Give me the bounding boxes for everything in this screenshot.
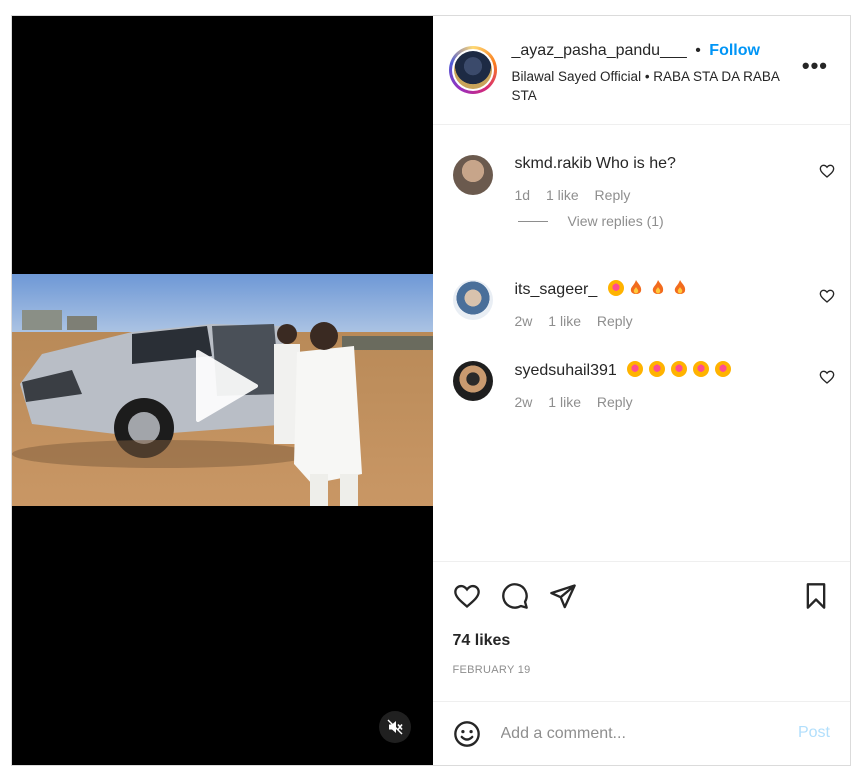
author-line: _ayaz_pasha_pandu___ • Follow bbox=[512, 42, 760, 60]
comment-avatar[interactable] bbox=[452, 361, 493, 401]
comment-time: 2w bbox=[514, 394, 533, 410]
post-date: FEBRUARY 19 bbox=[452, 664, 531, 676]
comment-username[interactable]: its_sageer_ bbox=[515, 281, 598, 298]
comment-likes[interactable]: 1 like bbox=[548, 394, 581, 410]
comment-likes[interactable]: 1 like bbox=[546, 187, 579, 203]
mute-icon bbox=[387, 719, 403, 735]
fire-emoji-icon bbox=[674, 280, 685, 294]
reply-button[interactable]: Reply bbox=[597, 313, 633, 329]
play-icon bbox=[196, 350, 258, 422]
like-comment-heart-icon[interactable] bbox=[819, 163, 835, 179]
comment-username[interactable]: syedsuhail391 bbox=[515, 362, 617, 379]
likes-count[interactable]: 74 likes bbox=[453, 632, 511, 650]
post-dialog: _ayaz_pasha_pandu___ • Follow Bilawal Sa… bbox=[11, 15, 851, 766]
comment-composer: Post bbox=[432, 701, 850, 765]
heart-eyes-emoji-icon bbox=[671, 361, 688, 377]
comments-list: skmd.rakib Who is he? 1d 1 like Reply Vie… bbox=[433, 125, 851, 561]
comment-avatar[interactable] bbox=[452, 155, 493, 195]
heart-eyes-emoji-icon bbox=[627, 361, 644, 377]
like-comment-heart-icon[interactable] bbox=[819, 288, 835, 304]
separator-dot: • bbox=[695, 42, 701, 59]
comment-time: 1d bbox=[514, 187, 531, 203]
heart-eyes-emoji-icon bbox=[649, 361, 666, 377]
video-player[interactable] bbox=[12, 16, 433, 765]
comment-likes[interactable]: 1 like bbox=[548, 313, 581, 329]
view-replies-label: View replies (1) bbox=[567, 213, 664, 229]
emoji-icon[interactable] bbox=[453, 720, 481, 748]
author-avatar[interactable] bbox=[448, 46, 497, 94]
mute-button[interactable] bbox=[379, 711, 411, 743]
follow-button[interactable]: Follow bbox=[709, 42, 760, 59]
post-comment-button[interactable]: Post bbox=[798, 724, 830, 742]
like-comment-heart-icon[interactable] bbox=[819, 369, 835, 385]
post-actions: 74 likes FEBRUARY 19 bbox=[432, 561, 850, 701]
fire-emoji-icon bbox=[652, 280, 663, 294]
heart-eyes-emoji-icon bbox=[715, 361, 732, 377]
comment-icon[interactable] bbox=[501, 582, 529, 610]
comment-time: 2w bbox=[514, 313, 533, 329]
comment-input[interactable] bbox=[500, 720, 771, 748]
comment-username[interactable]: skmd.rakib bbox=[515, 155, 592, 172]
view-replies-button[interactable]: View replies (1) bbox=[517, 213, 664, 229]
heart-eyes-emoji-icon bbox=[607, 280, 624, 296]
comment-text: Who is he? bbox=[595, 155, 676, 172]
comment-avatar[interactable] bbox=[452, 280, 493, 320]
heart-eyes-emoji-icon bbox=[693, 361, 710, 377]
reply-button[interactable]: Reply bbox=[595, 187, 631, 203]
more-icon: ••• bbox=[801, 53, 828, 78]
audio-subtitle[interactable]: Bilawal Sayed Official • RABA STA DA RAB… bbox=[512, 67, 782, 105]
replies-divider bbox=[517, 220, 548, 222]
bookmark-icon[interactable] bbox=[802, 582, 830, 610]
more-options-button[interactable]: ••• bbox=[802, 55, 828, 77]
reply-button[interactable]: Reply bbox=[597, 394, 633, 410]
play-button[interactable] bbox=[184, 346, 264, 426]
post-header: _ayaz_pasha_pandu___ • Follow Bilawal Sa… bbox=[432, 16, 850, 125]
fire-emoji-icon bbox=[630, 280, 641, 294]
like-heart-icon[interactable] bbox=[453, 582, 481, 610]
author-username[interactable]: _ayaz_pasha_pandu___ bbox=[512, 42, 687, 59]
post-panel: _ayaz_pasha_pandu___ • Follow Bilawal Sa… bbox=[432, 16, 851, 765]
share-icon[interactable] bbox=[549, 582, 577, 610]
